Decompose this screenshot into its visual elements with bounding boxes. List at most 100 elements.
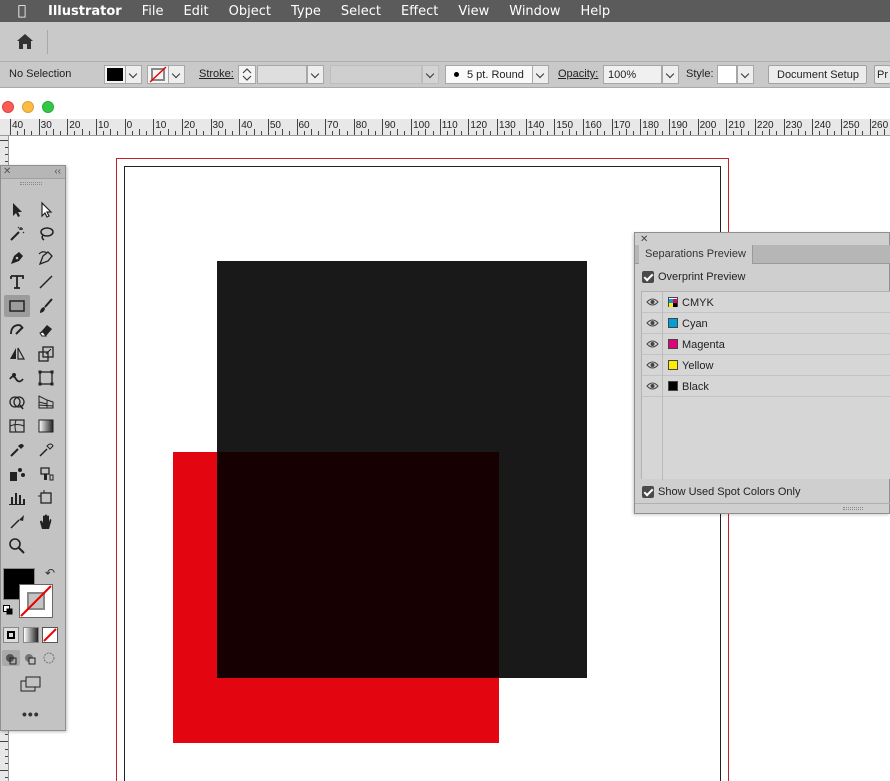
list-item[interactable]: Black — [642, 376, 890, 397]
document-setup-button[interactable]: Document Setup — [768, 65, 867, 84]
show-used-spot-colors-checkbox[interactable] — [642, 486, 654, 498]
direct-selection-tool-icon[interactable] — [33, 199, 59, 221]
column-graph-tool-icon[interactable] — [4, 487, 30, 509]
mesh-tool-icon[interactable] — [4, 415, 30, 437]
lasso-tool-icon[interactable] — [33, 223, 59, 245]
stroke-label[interactable]: Stroke: — [199, 68, 234, 80]
graphic-style-swatch[interactable] — [717, 65, 737, 84]
swap-fill-stroke-icon[interactable]: ↶ — [45, 566, 55, 580]
perspective-grid-tool-icon[interactable] — [33, 391, 59, 413]
paintbrush-tool-icon[interactable] — [33, 295, 59, 317]
screen-mode-icon[interactable] — [19, 676, 43, 692]
zoom-tool-icon[interactable] — [4, 535, 30, 557]
eye-icon[interactable] — [646, 381, 659, 391]
opacity-label[interactable]: Opacity: — [558, 68, 598, 80]
free-transform-tool-icon[interactable] — [33, 367, 59, 389]
list-item[interactable]: Magenta — [642, 334, 890, 355]
menu-object[interactable]: Object — [229, 4, 271, 19]
ruler-major-tick — [497, 119, 499, 135]
tools-panel-header[interactable]: ✕ ‹‹ — [1, 166, 65, 179]
reflect-tool-icon[interactable] — [4, 343, 30, 365]
black-rectangle[interactable] — [217, 261, 587, 678]
color-mode-icon[interactable] — [3, 627, 19, 643]
preferences-button[interactable]: Pr — [874, 65, 890, 84]
slice-tool-icon[interactable] — [4, 511, 30, 533]
stroke-dropdown[interactable] — [168, 65, 185, 84]
draw-behind-icon[interactable] — [21, 650, 39, 666]
divider — [662, 313, 663, 334]
horizontal-ruler[interactable]: 40 30 20 10 0 10 20 30 40 50 60 70 80 90 100 110 120 130 1… — [0, 119, 890, 136]
eye-icon[interactable] — [646, 339, 659, 349]
scale-tool-icon[interactable] — [33, 343, 59, 365]
home-icon[interactable] — [14, 32, 36, 52]
menu-effect[interactable]: Effect — [401, 4, 438, 19]
separation-name: Black — [682, 381, 709, 393]
minimize-window-button[interactable] — [22, 101, 34, 113]
fill-swatch[interactable] — [104, 65, 126, 84]
pen-tool-icon[interactable] — [4, 247, 30, 269]
variable-width-profile[interactable] — [330, 65, 422, 84]
gradient-mode-icon[interactable] — [23, 627, 39, 643]
menu-edit[interactable]: Edit — [183, 4, 208, 19]
panel-grip[interactable] — [20, 182, 42, 185]
resize-grip-icon[interactable] — [843, 507, 863, 510]
eraser-tool-icon[interactable] — [33, 319, 59, 341]
menu-type[interactable]: Type — [291, 4, 321, 19]
menu-select[interactable]: Select — [341, 4, 381, 19]
stroke-weight-input[interactable] — [257, 65, 307, 84]
list-item[interactable]: Yellow — [642, 355, 890, 376]
stroke-weight-dropdown[interactable] — [307, 65, 324, 84]
selection-tool-icon[interactable] — [4, 199, 30, 221]
line-segment-tool-icon[interactable] — [33, 271, 59, 293]
draw-inside-icon[interactable] — [40, 650, 58, 666]
eye-icon[interactable] — [646, 297, 659, 307]
list-item[interactable]: Cyan — [642, 313, 890, 334]
draw-normal-icon[interactable] — [2, 650, 20, 666]
menu-view[interactable]: View — [458, 4, 489, 19]
eye-icon[interactable] — [646, 318, 659, 328]
gradient-tool-icon[interactable] — [33, 415, 59, 437]
live-paint-tool-icon[interactable] — [33, 463, 59, 485]
warp-tool-icon[interactable] — [4, 367, 30, 389]
edit-toolbar-icon[interactable]: ••• — [22, 706, 40, 722]
curvature-tool-icon[interactable] — [33, 247, 59, 269]
tab-separations-preview[interactable]: Separations Preview — [639, 245, 753, 264]
stroke-color-swatch[interactable] — [19, 584, 53, 618]
stroke-swatch[interactable] — [147, 65, 169, 84]
close-panel-icon[interactable]: ✕ — [3, 166, 11, 177]
type-tool-icon[interactable] — [4, 271, 30, 293]
brush-definition[interactable]: 5 pt. Round — [445, 65, 533, 84]
shaper-tool-icon[interactable] — [4, 319, 30, 341]
list-item[interactable]: CMYK — [642, 292, 890, 313]
stroke-weight-stepper[interactable] — [238, 65, 256, 84]
opacity-input[interactable]: 100% — [603, 65, 662, 84]
close-window-button[interactable] — [2, 101, 14, 113]
apple-menu-icon[interactable]:  — [12, 3, 32, 19]
shape-builder-tool-icon[interactable] — [4, 391, 30, 413]
graphic-style-dropdown[interactable] — [737, 65, 754, 84]
none-mode-icon[interactable] — [42, 627, 58, 643]
brush-dropdown[interactable] — [532, 65, 549, 84]
zoom-window-button[interactable] — [42, 101, 54, 113]
eye-icon[interactable] — [646, 360, 659, 370]
fill-dropdown[interactable] — [125, 65, 142, 84]
artboard-tool-icon[interactable] — [33, 487, 59, 509]
symbol-sprayer-tool-icon[interactable] — [4, 463, 30, 485]
default-fill-stroke-icon[interactable] — [3, 605, 13, 615]
collapse-panel-icon[interactable]: ‹‹ — [54, 166, 61, 177]
app-menu[interactable]: Illustrator — [48, 4, 122, 19]
panel-footer — [635, 503, 890, 513]
ruler-label: 120 — [470, 120, 488, 131]
overprint-preview-checkbox[interactable] — [642, 271, 654, 283]
close-panel-icon[interactable]: ✕ — [640, 234, 648, 245]
variable-width-dropdown[interactable] — [422, 65, 439, 84]
opacity-expand[interactable] — [662, 65, 679, 84]
blend-tool-icon[interactable] — [33, 439, 59, 461]
eyedropper-tool-icon[interactable] — [4, 439, 30, 461]
hand-tool-icon[interactable] — [33, 511, 59, 533]
menu-help[interactable]: Help — [581, 4, 611, 19]
menu-window[interactable]: Window — [509, 4, 560, 19]
menu-file[interactable]: File — [142, 4, 164, 19]
rectangle-tool-icon[interactable] — [4, 295, 30, 317]
magic-wand-tool-icon[interactable] — [4, 223, 30, 245]
